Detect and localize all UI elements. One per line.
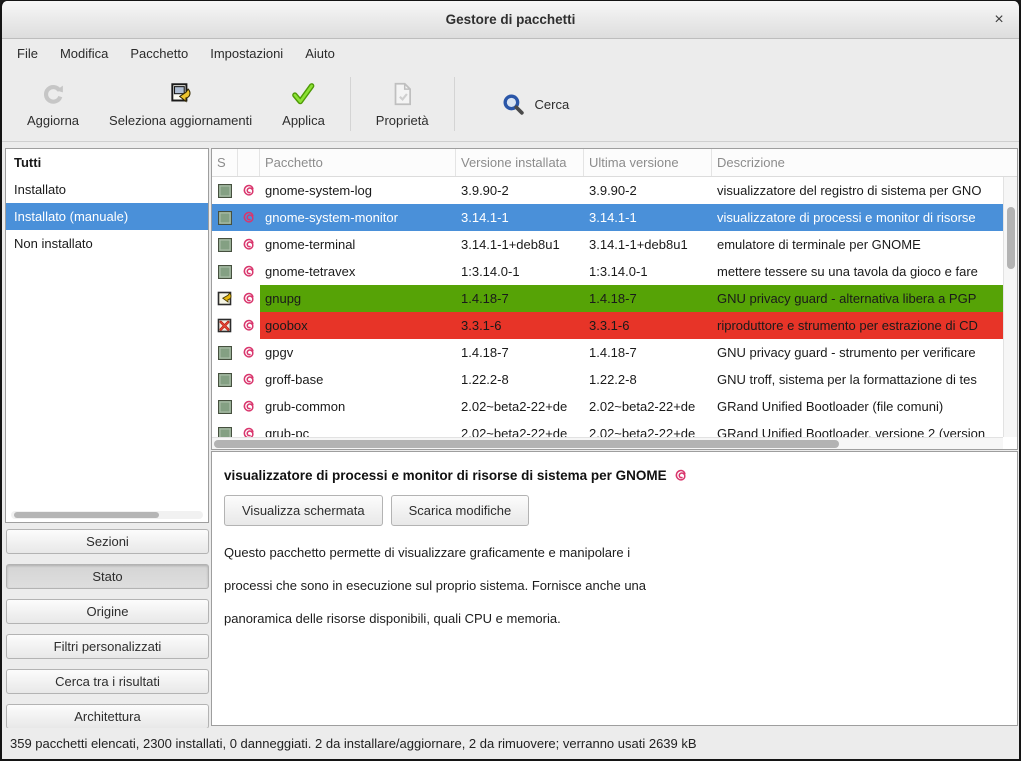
toolbar-aggiorna[interactable]: Aggiorna — [17, 77, 89, 132]
debian-swirl-icon — [238, 177, 260, 204]
table-row[interactable]: groff-base1.22.2-81.22.2-8GNU troff, sis… — [212, 366, 1003, 393]
main-area: TuttiInstallatoInstallato (manuale)Non i… — [2, 143, 1019, 728]
sidebar-button-architettura[interactable]: Architettura — [6, 704, 209, 729]
sidebar-button-stato[interactable]: Stato — [6, 564, 209, 589]
debian-swirl-icon — [238, 393, 260, 420]
refresh-icon — [41, 81, 66, 108]
horizontal-scrollbar-thumb[interactable] — [214, 440, 839, 448]
upgrade-status-icon — [212, 285, 238, 312]
table-row[interactable]: gnome-tetravex1:3.14.0-11:3.14.0-1metter… — [212, 258, 1003, 285]
window-title: Gestore di pacchetti — [2, 12, 1019, 27]
sidebar-button-cerca-tra-i-risultati[interactable]: Cerca tra i risultati — [6, 669, 209, 694]
debian-swirl-icon — [238, 258, 260, 285]
statusbar: 359 pacchetti elencati, 2300 installati,… — [2, 728, 1019, 759]
menu-aiuto[interactable]: Aiuto — [294, 42, 346, 65]
list-scrollbar-thumb[interactable] — [14, 512, 159, 518]
debian-swirl-icon — [238, 339, 260, 366]
menubar: FileModificaPacchettoImpostazioniAiuto — [2, 39, 1019, 67]
table-header: S PacchettoVersione installataUltima vers… — [212, 149, 1017, 177]
debian-swirl-icon — [238, 312, 260, 339]
installed-status-icon — [212, 177, 238, 204]
package-manager-window: Gestore di pacchetti × FileModificaPacch… — [0, 0, 1021, 761]
toolbar-propriet[interactable]: Proprietà — [366, 77, 439, 132]
toolbar-applica[interactable]: Applica — [272, 77, 335, 132]
status-filter-list[interactable]: TuttiInstallatoInstallato (manuale)Non i… — [5, 148, 209, 523]
toolbar: AggiornaSeleziona aggiornamentiApplica Pr… — [2, 67, 1019, 142]
package-description: Questo pacchetto permette di visualizzar… — [224, 536, 1005, 635]
table-row[interactable]: gnome-system-log3.9.90-23.9.90-2visualiz… — [212, 177, 1003, 204]
vertical-scrollbar-thumb[interactable] — [1007, 207, 1015, 269]
toolbar-separator — [454, 77, 455, 131]
table-row[interactable]: gnupg1.4.18-71.4.18-7GNU privacy guard -… — [212, 285, 1003, 312]
close-button[interactable]: × — [989, 10, 1009, 30]
menu-pacchetto[interactable]: Pacchetto — [119, 42, 199, 65]
table-horizontal-scrollbar[interactable] — [212, 437, 1003, 449]
titlebar[interactable]: Gestore di pacchetti × — [2, 1, 1019, 39]
menu-modifica[interactable]: Modifica — [49, 42, 119, 65]
sidebar-buttons: Sezioni Stato Origine Filtri personalizzati… — [6, 529, 209, 729]
column-header-versione-installata[interactable]: Versione installata — [456, 149, 584, 176]
column-header-ultima-versione[interactable]: Ultima versione — [584, 149, 712, 176]
table-row[interactable]: grub-common2.02~beta2-22+de2.02~beta2-22… — [212, 393, 1003, 420]
details-panel: visualizzatore di processi e monitor di … — [211, 451, 1018, 726]
installed-status-icon — [212, 339, 238, 366]
sidebar-button-origine[interactable]: Origine — [6, 599, 209, 624]
search-icon — [501, 91, 526, 118]
sidebar-button-sezioni[interactable]: Sezioni — [6, 529, 209, 554]
installed-status-icon — [212, 393, 238, 420]
statusbar-text: 359 pacchetti elencati, 2300 installati,… — [10, 736, 697, 751]
toolbar-cerca[interactable]: Cerca — [491, 87, 580, 122]
table-row[interactable]: gnome-system-monitor3.14.1-13.14.1-1visu… — [212, 204, 1003, 231]
debian-swirl-icon — [238, 285, 260, 312]
filter-item-installato[interactable]: Installato — [6, 176, 208, 203]
package-summary: visualizzatore di processi e monitor di … — [224, 468, 1005, 483]
package-table-body: gnome-system-log3.9.90-23.9.90-2visualiz… — [212, 177, 1003, 437]
column-header-descrizione[interactable]: Descrizione — [712, 149, 1017, 176]
column-header-swirl[interactable] — [238, 149, 260, 176]
apply-check-icon — [290, 81, 316, 108]
menu-impostazioni[interactable]: Impostazioni — [199, 42, 294, 65]
table-row[interactable]: goobox3.3.1-63.3.1-6riproduttore e strum… — [212, 312, 1003, 339]
package-table: S PacchettoVersione installataUltima vers… — [211, 148, 1018, 450]
close-icon: × — [994, 11, 1003, 28]
list-horizontal-scrollbar[interactable] — [11, 511, 203, 519]
sidebar-button-filtri-personalizzati[interactable]: Filtri personalizzati — [6, 634, 209, 659]
column-header-s[interactable]: S — [212, 149, 238, 176]
debian-swirl-icon — [238, 366, 260, 393]
details-buttons: Visualizza schermata Scarica modifiche — [224, 495, 1005, 526]
table-vertical-scrollbar[interactable] — [1003, 177, 1017, 437]
installed-status-icon — [212, 258, 238, 285]
debian-swirl-icon — [238, 231, 260, 258]
toolbar-seleziona-aggiornamenti[interactable]: Seleziona aggiornamenti — [99, 77, 262, 132]
installed-status-icon — [212, 204, 238, 231]
filter-item-non-installato[interactable]: Non installato — [6, 230, 208, 257]
installed-status-icon — [212, 366, 238, 393]
remove-status-icon — [212, 312, 238, 339]
table-row[interactable]: gpgv1.4.18-71.4.18-7GNU privacy guard - … — [212, 339, 1003, 366]
filter-item-tutti[interactable]: Tutti — [6, 149, 208, 176]
details-button-scarica-modifiche[interactable]: Scarica modifiche — [391, 495, 530, 526]
filter-item-installato-manuale[interactable]: Installato (manuale) — [6, 203, 208, 230]
debian-swirl-icon — [238, 204, 260, 231]
menu-file[interactable]: File — [6, 42, 49, 65]
details-button-visualizza-schermata[interactable]: Visualizza schermata — [224, 495, 383, 526]
table-row[interactable]: gnome-terminal3.14.1-1+deb8u13.14.1-1+de… — [212, 231, 1003, 258]
properties-icon — [389, 81, 415, 108]
package-summary-text: visualizzatore di processi e monitor di … — [224, 468, 667, 483]
debian-swirl-icon — [238, 420, 260, 437]
table-row[interactable]: grub-pc2.02~beta2-22+de2.02~beta2-22+deG… — [212, 420, 1003, 437]
column-header-pacchetto[interactable]: Pacchetto — [260, 149, 456, 176]
toolbar-separator — [350, 77, 351, 131]
installed-status-icon — [212, 420, 238, 437]
installed-status-icon — [212, 231, 238, 258]
debian-swirl-icon — [674, 469, 688, 483]
select-upgrades-icon — [168, 81, 194, 108]
